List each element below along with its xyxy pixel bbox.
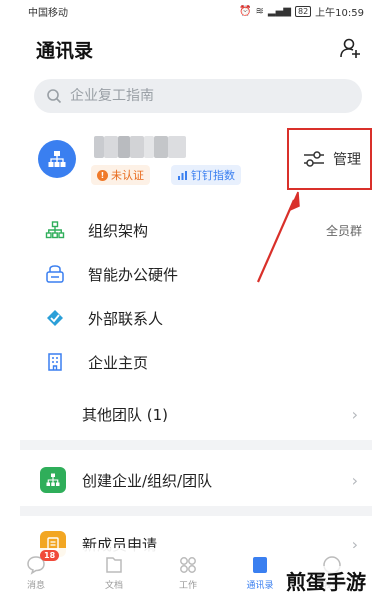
tab-work[interactable]: 工作 [152, 548, 224, 600]
clock: 上午10:59 [315, 7, 364, 19]
tab-messages[interactable]: 18 消息 [0, 548, 72, 600]
external-contact-icon [44, 307, 66, 329]
status-bar: 中国移动 ⏰ ≋ ▂▄▆ 82 上午10:59 [0, 0, 372, 22]
add-contact-button[interactable] [336, 34, 364, 62]
unverified-badge[interactable]: ! 未认证 [91, 165, 150, 185]
tab-label: 工作 [178, 581, 197, 591]
menu-item-smart-hardware[interactable]: 智能办公硬件 [0, 252, 372, 296]
battery-level: 82 [294, 5, 312, 17]
create-org-icon [40, 467, 66, 493]
manage-label: 管理 [333, 152, 361, 168]
header: 通讯录 [0, 28, 372, 68]
add-contact-icon [340, 38, 360, 58]
search-bar[interactable] [34, 79, 362, 113]
section-divider [20, 440, 372, 450]
work-grid-icon [180, 557, 196, 573]
company-page-icon [44, 351, 66, 373]
menu-item-create-org[interactable]: 创建企业/组织/团队 › [0, 458, 372, 502]
org-chart-icon [44, 219, 66, 241]
org-chart-icon [48, 151, 66, 167]
tab-label: 通讯录 [246, 581, 274, 591]
watermark: 煎蛋手游 [284, 566, 368, 595]
menu-item-other-teams[interactable]: 其他团队 (1) › [0, 392, 372, 436]
dingtalk-index-badge[interactable]: 钉钉指数 [171, 165, 241, 185]
manage-button[interactable]: 管理 [303, 149, 361, 169]
menu-label-other-teams: 其他团队 (1) [82, 405, 169, 424]
menu-label-create-org: 创建企业/组织/团队 [82, 471, 213, 490]
search-icon [47, 89, 62, 104]
warning-icon: ! [97, 169, 108, 181]
menu-label-company-page: 企业主页 [88, 353, 149, 372]
tab-label: 文档 [104, 581, 123, 591]
carrier-label: 中国移动 [28, 7, 68, 19]
tab-label: 消息 [26, 581, 45, 591]
all-staff-group-link[interactable]: 全员群 [326, 222, 362, 239]
menu-item-company-page[interactable]: 企业主页 [0, 340, 372, 384]
wifi-icon: ≋ [255, 5, 264, 17]
status-icons: ⏰ ≋ ▂▄▆ 82 上午10:59 [239, 4, 364, 19]
signal-icon: ▂▄▆ [267, 5, 291, 17]
menu-label-org-structure: 组织架构 [88, 221, 149, 240]
search-input[interactable] [70, 88, 330, 104]
unread-count-badge: 18 [40, 550, 60, 561]
menu-item-org-structure[interactable]: 组织架构 全员群 [0, 208, 372, 252]
dingtalk-index-label: 钉钉指数 [191, 169, 235, 182]
settings-sliders-icon [304, 151, 324, 167]
unverified-label: 未认证 [111, 169, 144, 182]
menu-label-external-contacts: 外部联系人 [88, 309, 164, 328]
section-divider [20, 506, 372, 516]
bar-chart-icon [178, 170, 187, 180]
hardware-icon [44, 263, 66, 285]
chevron-right-icon: › [351, 470, 358, 490]
menu-label-smart-hardware: 智能办公硬件 [88, 265, 179, 284]
page-title: 通讯录 [36, 40, 94, 62]
alarm-icon: ⏰ [239, 5, 252, 17]
org-avatar[interactable] [38, 140, 76, 178]
docs-icon [106, 557, 122, 573]
menu-item-external-contacts[interactable]: 外部联系人 [0, 296, 372, 340]
contacts-icon [253, 557, 267, 573]
org-name-redacted [94, 136, 186, 158]
tab-docs[interactable]: 文档 [78, 548, 150, 600]
chevron-right-icon: › [351, 404, 358, 424]
